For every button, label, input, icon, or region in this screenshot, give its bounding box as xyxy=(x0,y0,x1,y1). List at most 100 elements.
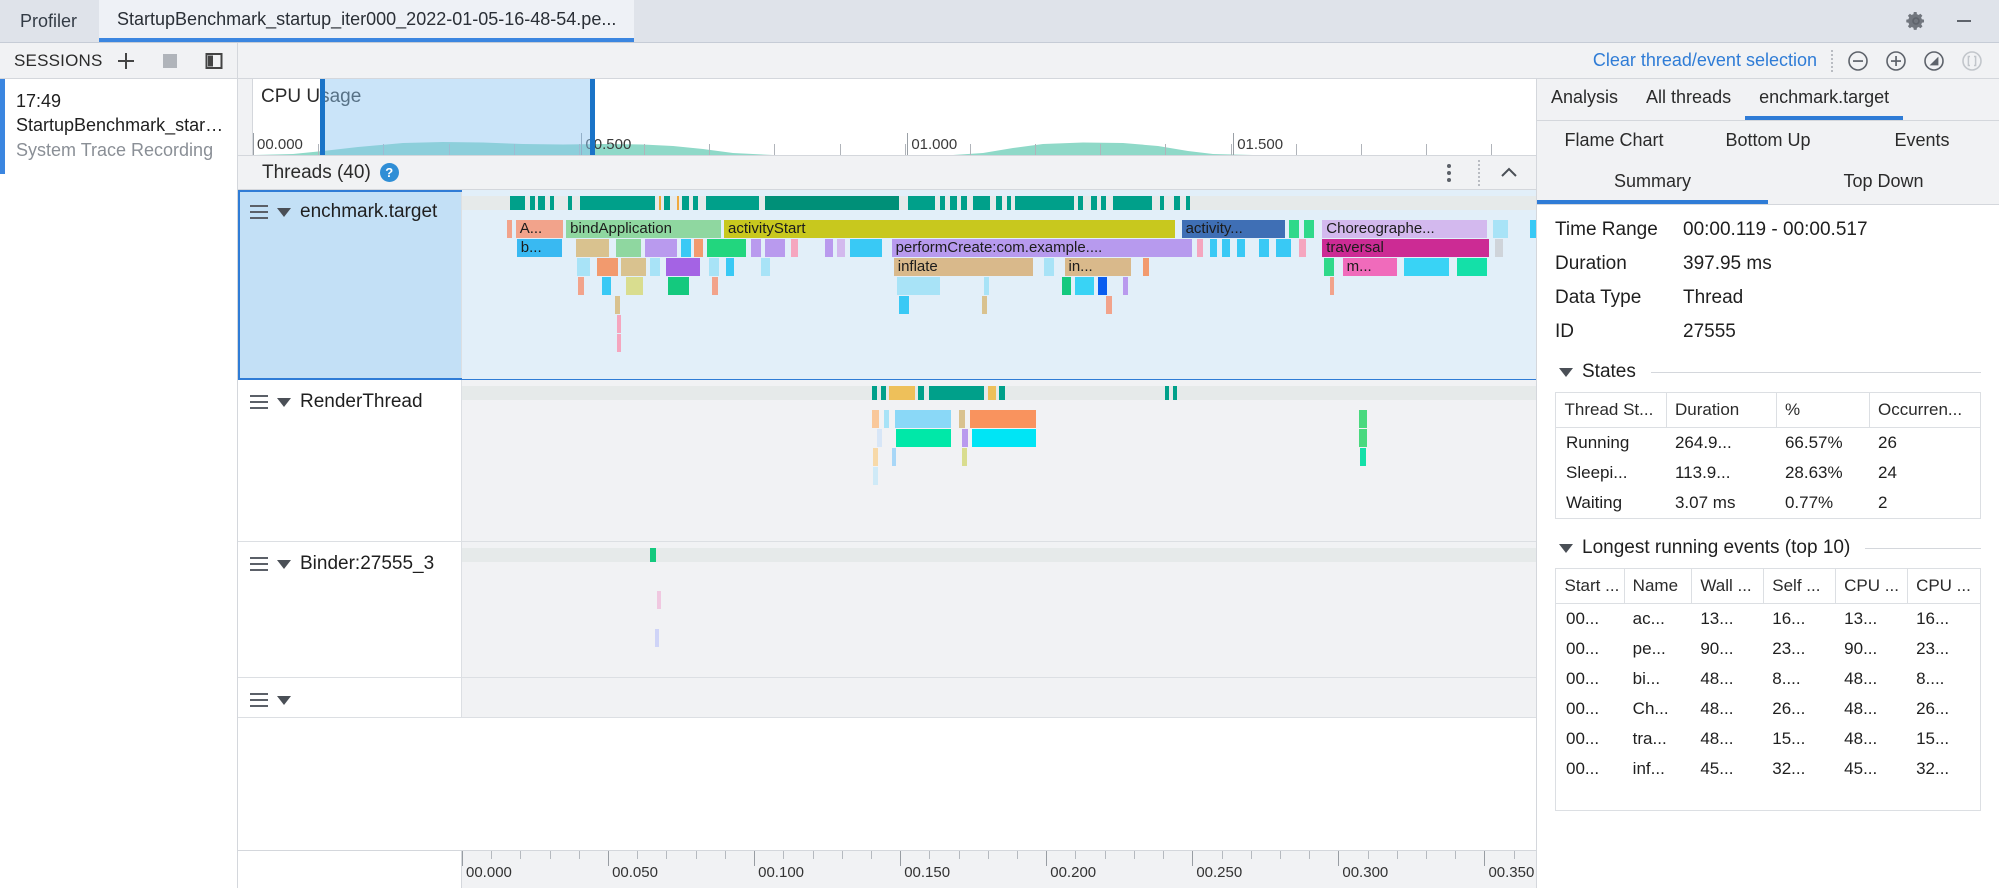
flame-event-box[interactable] xyxy=(850,239,882,257)
thread-state-segment[interactable] xyxy=(929,386,984,400)
thread-state-segment[interactable] xyxy=(677,196,680,210)
thread-track-body[interactable] xyxy=(462,542,1536,677)
table-column-header[interactable]: CPU ... xyxy=(1908,569,1980,604)
flame-event-box[interactable]: performCreate:com.example.... xyxy=(892,239,1193,257)
thread-state-segment[interactable] xyxy=(1078,196,1082,210)
details-subtabs-row1[interactable]: Flame ChartBottom UpEvents xyxy=(1537,121,1999,163)
flame-event-box[interactable] xyxy=(872,410,878,428)
events-section-header[interactable]: Longest running events (top 10) xyxy=(1559,537,1981,559)
flame-event-box[interactable] xyxy=(507,220,512,238)
table-row[interactable]: Waiting3.07 ms0.77%2 xyxy=(1557,488,1980,518)
flame-event-box[interactable] xyxy=(897,277,940,295)
collapse-sessions-icon[interactable] xyxy=(201,48,227,74)
drag-handle-icon[interactable] xyxy=(250,687,268,707)
table-row[interactable]: 00...tra...48...15...48...15... xyxy=(1557,724,1980,754)
thread-state-segment[interactable] xyxy=(908,196,935,210)
flame-event-box[interactable] xyxy=(751,239,761,257)
chevron-up-icon[interactable] xyxy=(1496,160,1522,186)
flame-event-box[interactable] xyxy=(892,448,896,466)
flame-event-box[interactable]: bindApplication xyxy=(566,220,721,238)
stop-recording-icon[interactable] xyxy=(157,48,183,74)
flame-event-box[interactable] xyxy=(884,410,889,428)
thread-state-segment[interactable] xyxy=(1007,196,1011,210)
thread-track-label[interactable]: RenderThread xyxy=(238,380,462,541)
tab-flame-chart[interactable]: Flame Chart xyxy=(1537,121,1691,163)
flame-event-box[interactable] xyxy=(650,258,660,276)
collapse-triangle-icon[interactable] xyxy=(1559,544,1573,553)
tab-enchmark-target[interactable]: enchmark.target xyxy=(1745,79,1903,120)
flame-event-box[interactable]: m... xyxy=(1343,258,1398,276)
thread-state-segment[interactable] xyxy=(538,196,544,210)
thread-state-segment[interactable] xyxy=(973,196,990,210)
thread-state-segment[interactable] xyxy=(664,196,670,210)
thread-state-segment[interactable] xyxy=(568,196,571,210)
tab-summary[interactable]: Summary xyxy=(1537,163,1768,204)
chevron-down-icon[interactable] xyxy=(277,696,291,705)
flame-event-box[interactable] xyxy=(616,239,642,257)
flame-event-box[interactable] xyxy=(576,239,609,257)
flame-event-box[interactable] xyxy=(666,258,700,276)
thread-state-segment[interactable] xyxy=(1186,196,1190,210)
thread-state-segment[interactable] xyxy=(462,196,466,210)
flame-event-box[interactable] xyxy=(895,410,951,428)
thread-state-segment[interactable] xyxy=(1165,386,1169,400)
table-column-header[interactable]: Self ... xyxy=(1764,569,1836,604)
gear-icon[interactable] xyxy=(1903,8,1929,34)
details-tabs[interactable]: AnalysisAll threadsenchmark.target xyxy=(1537,79,1999,121)
add-session-icon[interactable] xyxy=(113,48,139,74)
flame-event-box[interactable]: activity... xyxy=(1182,220,1285,238)
flame-event-box[interactable] xyxy=(1299,239,1307,257)
flame-event-box[interactable] xyxy=(899,296,909,314)
flame-event-box[interactable] xyxy=(873,467,877,485)
zoom-in-icon[interactable] xyxy=(1881,46,1911,76)
flame-event-box[interactable] xyxy=(617,334,621,352)
states-section-header[interactable]: States xyxy=(1559,361,1981,383)
table-row[interactable]: 00...Ch...48...26...48...26... xyxy=(1557,694,1980,724)
flame-event-box[interactable]: b... xyxy=(517,239,562,257)
cpu-selection-range[interactable] xyxy=(322,79,593,155)
thread-state-segment[interactable] xyxy=(1101,196,1106,210)
flame-event-box[interactable] xyxy=(970,410,1036,428)
drag-handle-icon[interactable] xyxy=(250,199,268,219)
thread-state-segment[interactable] xyxy=(650,548,656,562)
flame-event-box[interactable]: inflate xyxy=(894,258,1034,276)
thread-state-segment[interactable] xyxy=(889,386,915,400)
thread-track[interactable]: Binder:27555_3 xyxy=(238,542,1536,678)
flame-event-box[interactable] xyxy=(1530,220,1536,238)
flame-event-box[interactable] xyxy=(617,315,621,333)
thread-state-segment[interactable] xyxy=(580,196,655,210)
thread-state-segment[interactable] xyxy=(961,196,966,210)
flame-event-box[interactable] xyxy=(1197,239,1203,257)
flame-event-box[interactable] xyxy=(1237,239,1245,257)
flame-event-box[interactable] xyxy=(657,591,661,609)
flame-event-box[interactable] xyxy=(962,429,967,447)
table-row[interactable]: 00...ac...13...16...13...16... xyxy=(1557,604,1980,635)
thread-state-segment[interactable] xyxy=(918,386,923,400)
thread-state-strip[interactable] xyxy=(462,548,1536,562)
chevron-down-icon[interactable] xyxy=(277,560,291,569)
tab-bottom-up[interactable]: Bottom Up xyxy=(1691,121,1845,163)
thread-state-segment[interactable] xyxy=(765,196,899,210)
flame-event-box[interactable] xyxy=(1457,258,1487,276)
flame-event-box[interactable] xyxy=(962,448,966,466)
flame-event-box[interactable] xyxy=(1123,277,1128,295)
thread-state-segment[interactable] xyxy=(999,386,1005,400)
flame-event-box[interactable] xyxy=(655,629,659,647)
thread-state-segment[interactable] xyxy=(950,196,958,210)
flame-event-box[interactable] xyxy=(1143,258,1149,276)
flame-event-box[interactable]: in... xyxy=(1065,258,1132,276)
kebab-menu-icon[interactable] xyxy=(1436,160,1462,186)
thread-track[interactable]: RenderThread xyxy=(238,380,1536,542)
thread-state-segment[interactable] xyxy=(1015,196,1074,210)
table-row[interactable]: 00...bi...48...8....48...8.... xyxy=(1557,664,1980,694)
zoom-out-icon[interactable] xyxy=(1843,46,1873,76)
flame-event-box[interactable] xyxy=(972,429,1035,447)
thread-state-segment[interactable] xyxy=(988,386,996,400)
tab-events[interactable]: Events xyxy=(1845,121,1999,163)
flame-event-box[interactable] xyxy=(709,258,719,276)
frame-selection-icon[interactable] xyxy=(1957,46,1987,76)
flame-event-box[interactable] xyxy=(694,239,703,257)
table-column-header[interactable]: CPU ... xyxy=(1836,569,1908,604)
flame-event-box[interactable] xyxy=(621,258,646,276)
flame-event-box[interactable] xyxy=(1495,239,1503,257)
